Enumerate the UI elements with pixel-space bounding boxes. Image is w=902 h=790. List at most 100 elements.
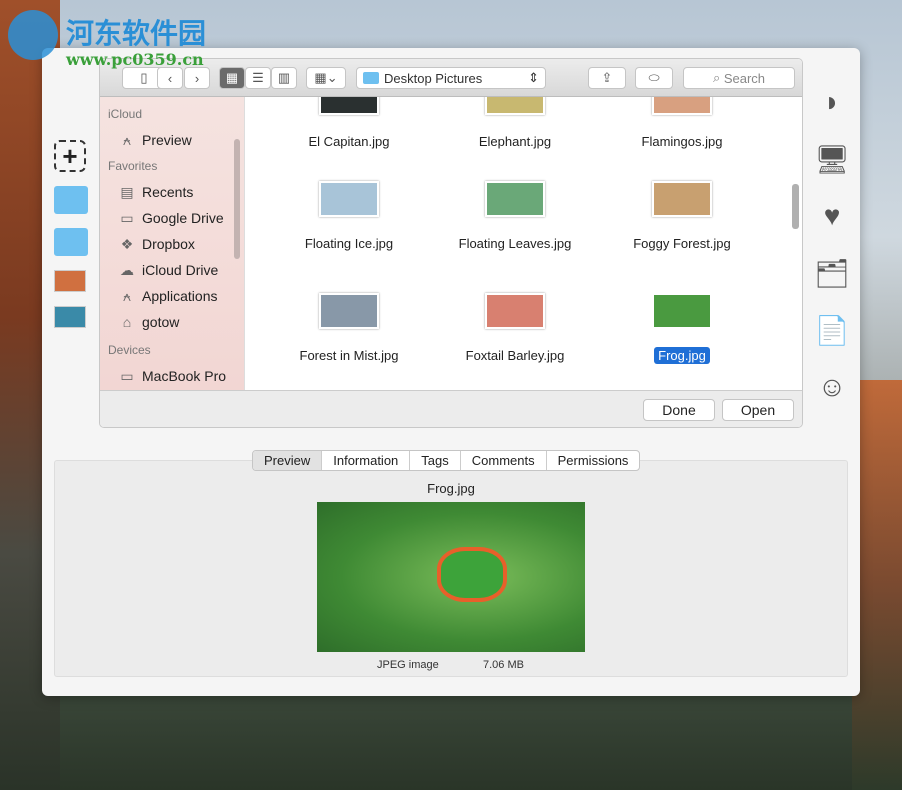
file-kind: JPEG image [377, 659, 439, 671]
watermark-title: 河东软件园 [66, 17, 207, 50]
file-name: Forest in Mist.jpg [299, 348, 399, 363]
tab-information[interactable]: Information [322, 451, 411, 470]
tab-tags[interactable]: Tags [410, 451, 461, 470]
file-item[interactable]: Floating Ice.jpg [266, 181, 432, 252]
recents-icon: ▤ [120, 183, 134, 200]
sidebar-item-label: iCloud Drive [142, 262, 219, 278]
file-item[interactable]: Forest in Mist.jpg [266, 293, 432, 364]
sidebar-item-label: MacBook Pro [142, 368, 227, 384]
updown-chevron-icon: ⇕ [528, 70, 539, 85]
column-view-button[interactable]: ▥ [271, 67, 297, 89]
list-view-button[interactable]: ☰ [245, 67, 271, 89]
folder-icon[interactable] [54, 186, 88, 214]
file-thumbnail [485, 293, 545, 329]
forward-button[interactable]: › [184, 67, 210, 89]
back-button[interactable]: ‹ [157, 67, 183, 89]
info-tabs: Preview Information Tags Comments Permis… [252, 450, 641, 471]
file-item[interactable]: Foxtail Barley.jpg [432, 293, 598, 364]
file-thumbnail [652, 293, 712, 329]
info-panel: Frog.jpg JPEG image 7.06 MB [54, 460, 848, 677]
default-folder-icon[interactable]: ◗ [814, 86, 850, 143]
sidebar-item-icloud-drive[interactable]: ☁ iCloud Drive [100, 257, 244, 283]
cloud-icon: ☁ [120, 261, 134, 278]
shelf: + [54, 140, 90, 342]
laptop-icon: ▭ [120, 367, 134, 384]
file-thumbnail [319, 97, 379, 115]
file-item[interactable]: Elephant.jpg [432, 97, 598, 150]
applications-icon: ⍲ [122, 287, 132, 304]
file-thumbnail [485, 181, 545, 217]
search-icon: ⌕ [712, 70, 724, 85]
file-name: Floating Leaves.jpg [458, 236, 572, 251]
search-input[interactable]: ⌕ Search [683, 67, 795, 89]
file-name: Foxtail Barley.jpg [465, 348, 565, 363]
preview-filename: Frog.jpg [427, 481, 475, 496]
file-name: Frog.jpg [654, 347, 710, 364]
file-item[interactable]: Frog.jpg [599, 293, 765, 364]
search-placeholder: Search [723, 70, 766, 86]
file-thumbnail [652, 181, 712, 217]
sidebar-item-label: gotow [142, 314, 180, 330]
file-size: 7.06 MB [483, 659, 524, 671]
arrange-button[interactable]: ▦⌄ [306, 67, 346, 89]
file-item[interactable]: Flamingos.jpg [599, 97, 765, 150]
finder-icon[interactable]: ☺ [814, 371, 850, 428]
file-item[interactable]: Floating Leaves.jpg [432, 181, 598, 252]
sidebar: iCloud ⍲ Preview Favorites ▤ Recents ▭ Goog… [100, 97, 245, 390]
file-thumbnail [319, 293, 379, 329]
file-name: Foggy Forest.jpg [633, 236, 731, 251]
file-name: Flamingos.jpg [641, 134, 723, 149]
sidebar-item-macbook-pro[interactable]: ▭ MacBook Pro [100, 363, 244, 389]
sidebar-item-label: Preview [142, 132, 192, 148]
icon-view-button[interactable]: ▦ [219, 67, 245, 89]
watermark-url: www.pc0359.cn [66, 50, 204, 69]
dialog-footer: Done Open [100, 390, 802, 427]
file-thumbnail [319, 181, 379, 217]
desktop-icon[interactable]: 🖥 [814, 143, 850, 200]
sidebar-item-google-drive[interactable]: ▭ Google Drive [100, 205, 244, 231]
file-item[interactable]: Foggy Forest.jpg [599, 181, 765, 252]
tab-comments[interactable]: Comments [461, 451, 547, 470]
open-button[interactable]: Open [722, 399, 794, 421]
dropbox-icon: ❖ [120, 235, 134, 252]
sidebar-item-applications[interactable]: ⍲ Applications [100, 283, 244, 309]
home-icon: ⌂ [122, 314, 132, 330]
share-button[interactable]: ⇪ [588, 67, 626, 89]
file-grid: El Capitan.jpg Elephant.jpg Flamingos.jpg F… [246, 97, 791, 390]
sidebar-item-dropbox[interactable]: ❖ Dropbox [100, 231, 244, 257]
tab-preview[interactable]: Preview [253, 451, 323, 470]
heart-icon[interactable]: ♥ [814, 200, 850, 257]
watermark-logo: 河东软件园 www.pc0359.cn [8, 10, 206, 69]
recent-file-icon[interactable]: 📄 [814, 314, 850, 371]
sidebar-item-label: Applications [142, 288, 218, 304]
sidebar-item-recents[interactable]: ▤ Recents [100, 179, 244, 205]
add-icon[interactable]: + [54, 140, 86, 172]
sidebar-header: Favorites [108, 159, 158, 173]
done-button[interactable]: Done [643, 399, 715, 421]
recent-folder-icon[interactable]: 🗂 [814, 257, 850, 314]
image-thumbnail[interactable] [54, 306, 86, 328]
file-name: Elephant.jpg [478, 134, 552, 149]
tag-button[interactable]: ⬭ [635, 67, 673, 89]
sidebar-item-gotow[interactable]: ⌂ gotow [100, 309, 244, 335]
folder-icon[interactable] [54, 228, 88, 256]
folder-icon [363, 72, 379, 84]
file-name: Floating Ice.jpg [304, 236, 394, 251]
file-item[interactable]: El Capitan.jpg [266, 97, 432, 150]
file-scrollbar[interactable] [792, 184, 799, 229]
sidebar-item-label: Google Drive [142, 210, 224, 226]
tab-permissions[interactable]: Permissions [547, 451, 640, 470]
sidebar-item-preview[interactable]: ⍲ Preview [100, 127, 244, 153]
location-label: Desktop Pictures [384, 70, 483, 86]
image-thumbnail[interactable] [54, 270, 86, 292]
toolbar: ▯ ‹ › ▦ ☰ ▥ ▦⌄ Desktop Pictures ⇕ ⇪ ⬭ ⌕ … [100, 59, 802, 97]
preview-image [317, 502, 585, 652]
sidebar-item-label: Dropbox [142, 236, 195, 252]
applications-icon: ⍲ [122, 131, 132, 148]
sidebar-header: Devices [108, 343, 151, 357]
sidebar-scrollbar[interactable] [234, 139, 240, 259]
location-popup[interactable]: Desktop Pictures ⇕ [356, 67, 546, 89]
folder-icon: ▭ [120, 209, 134, 226]
open-dialog: ▯ ‹ › ▦ ☰ ▥ ▦⌄ Desktop Pictures ⇕ ⇪ ⬭ ⌕ … [99, 58, 803, 428]
file-thumbnail [485, 97, 545, 115]
